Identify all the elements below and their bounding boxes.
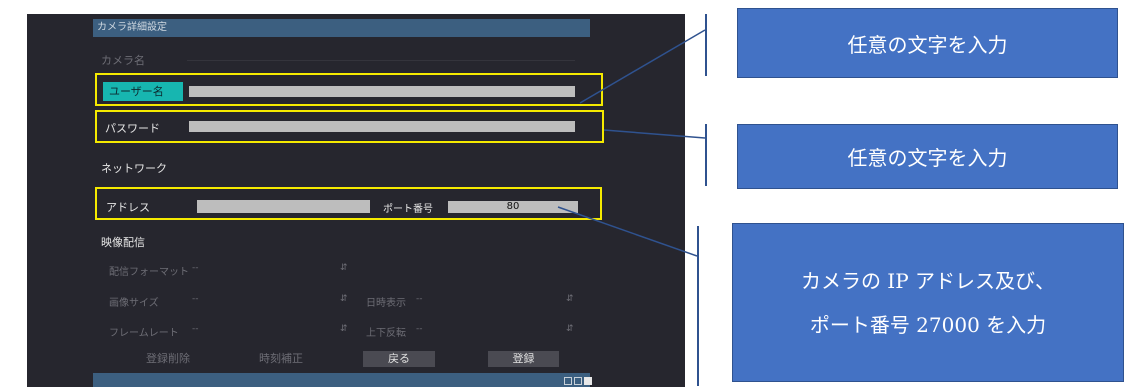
connector-line-3 <box>557 206 698 257</box>
callout-text: 任意の文字を入力 <box>847 146 1008 170</box>
callout-text-line-1: カメラの IP アドレス及び、 <box>800 268 1056 293</box>
connector-line-2 <box>603 129 706 139</box>
callout-address-note: カメラの IP アドレス及び、 ポート番号 27000 を入力 <box>732 223 1124 382</box>
callout-password-note: 任意の文字を入力 <box>737 124 1118 189</box>
callout-username-note: 任意の文字を入力 <box>737 8 1118 78</box>
callout-text-line-2: ポート番号 27000 を入力 <box>809 312 1047 337</box>
connector-line-1 <box>579 29 706 104</box>
callout-text: 任意の文字を入力 <box>847 32 1008 57</box>
